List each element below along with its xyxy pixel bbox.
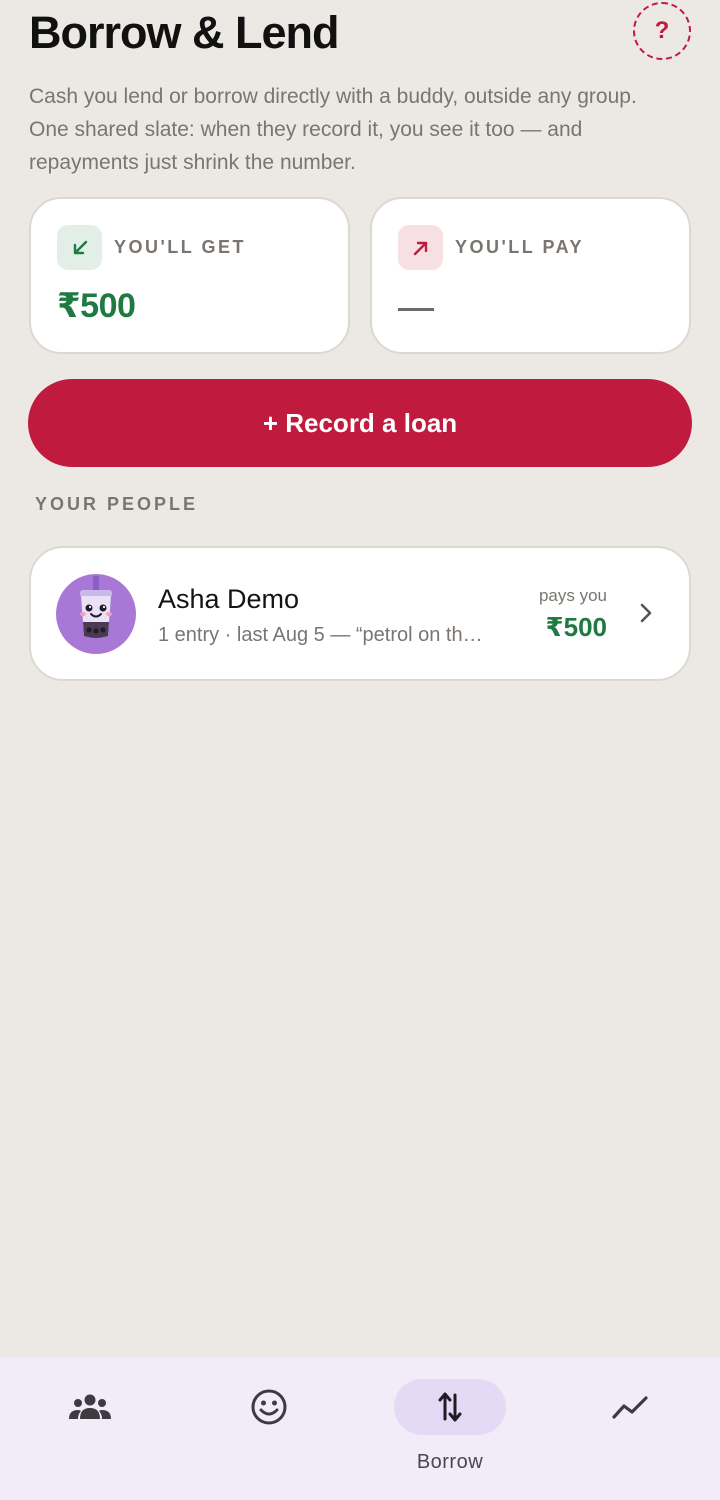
person-name: Asha Demo <box>158 584 300 614</box>
help-icon: ? <box>654 17 670 44</box>
groups-icon <box>34 1379 146 1435</box>
nav-borrow[interactable]: Borrow <box>390 1379 510 1479</box>
your-people-heading: YOUR PEOPLE <box>35 494 199 514</box>
page-title: Borrow & Lend <box>29 7 340 58</box>
youll-get-amount: ₹500 <box>57 287 136 325</box>
smiley-icon <box>213 1379 325 1435</box>
summary-cards: YOU'LL GET ₹500 YOU'LL PAY <box>29 197 691 354</box>
youll-get-card: YOU'LL GET ₹500 <box>29 197 350 354</box>
nav-friends[interactable] <box>209 1379 329 1479</box>
trend-line-icon <box>574 1379 686 1435</box>
nav-groups[interactable] <box>30 1379 150 1479</box>
balance-direction: pays you <box>538 586 607 605</box>
bubble-tea-avatar <box>56 574 136 654</box>
nav-borrow-label: Borrow <box>416 1451 484 1473</box>
nav-stats[interactable] <box>570 1379 690 1479</box>
youll-pay-card: YOU'LL PAY <box>370 197 691 354</box>
youll-get-label: YOU'LL GET <box>114 237 246 257</box>
swap-vertical-icon <box>394 1379 506 1435</box>
record-loan-button[interactable]: + Record a loan <box>28 379 692 467</box>
bottom-nav: Borrow <box>0 1357 720 1500</box>
youll-pay-label: YOU'LL PAY <box>455 237 584 257</box>
balance-amount: ₹500 <box>545 612 607 642</box>
page-header: Borrow & Lend ? Cash you lend or borrow … <box>29 2 691 179</box>
chevron-right-icon <box>639 602 653 629</box>
person-meta: 1 entry · last Aug 5 — “petrol on th… <box>158 624 483 646</box>
person-row[interactable]: Asha Demo 1 entry · last Aug 5 — “petrol… <box>29 546 691 681</box>
help-button[interactable]: ? <box>633 2 691 60</box>
page-subtitle: Cash you lend or borrow directly with a … <box>29 85 637 174</box>
arrow-down-left-icon <box>57 225 102 270</box>
arrow-up-right-icon <box>398 225 443 270</box>
youll-pay-amount <box>398 308 434 311</box>
